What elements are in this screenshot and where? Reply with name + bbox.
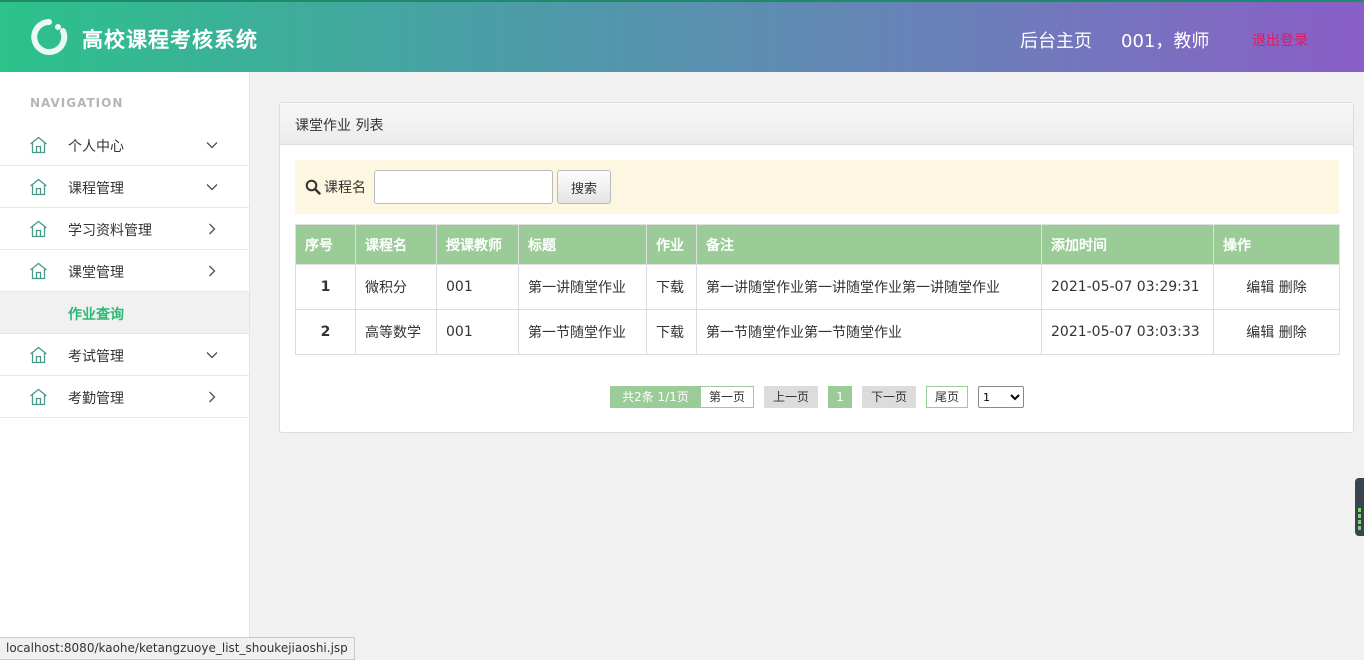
next-page-button[interactable]: 下一页 bbox=[862, 386, 916, 408]
sidebar-item-label: 课程管理 bbox=[68, 181, 124, 197]
cell-actions: 编辑 删除 bbox=[1213, 264, 1340, 310]
edit-link[interactable]: 编辑 bbox=[1246, 280, 1274, 296]
chevron-right-icon bbox=[209, 223, 216, 235]
page-select[interactable]: 1 bbox=[978, 386, 1024, 408]
sidebar: NAVIGATION 个人中心 课程管理 学习资料管理 课堂管理 作业查询 考试… bbox=[0, 72, 250, 660]
sidebar-item-label: 考勤管理 bbox=[68, 391, 124, 407]
sidebar-item-exam-management[interactable]: 考试管理 bbox=[0, 334, 249, 376]
sidebar-item-course-management[interactable]: 课程管理 bbox=[0, 166, 249, 208]
sidebar-item-personal-center[interactable]: 个人中心 bbox=[0, 124, 249, 166]
cell-homework: 下载 bbox=[646, 264, 697, 310]
sidebar-item-label: 课堂管理 bbox=[68, 265, 124, 281]
cell-teacher: 001 bbox=[436, 264, 519, 310]
current-page[interactable]: 1 bbox=[828, 386, 852, 408]
sidebar-item-attendance-management[interactable]: 考勤管理 bbox=[0, 376, 249, 418]
chevron-right-icon bbox=[209, 391, 216, 403]
column-header: 标题 bbox=[518, 224, 647, 265]
logout-link[interactable]: 退出登录 bbox=[1252, 30, 1308, 50]
last-page-button[interactable]: 尾页 bbox=[926, 386, 968, 408]
chevron-down-icon bbox=[206, 184, 218, 191]
sidebar-item-classroom-management[interactable]: 课堂管理 bbox=[0, 250, 249, 292]
home-icon bbox=[30, 136, 47, 154]
cell-teacher: 001 bbox=[436, 309, 519, 355]
user-label: 001，教师 bbox=[1121, 31, 1210, 52]
cell-time: 2021-05-07 03:29:31 bbox=[1041, 264, 1214, 310]
home-icon bbox=[30, 346, 47, 364]
column-header: 授课教师 bbox=[436, 224, 519, 265]
sidebar-item-label: 个人中心 bbox=[68, 139, 124, 155]
home-icon bbox=[30, 220, 47, 238]
home-link[interactable]: 后台主页 bbox=[1020, 27, 1092, 53]
delete-link[interactable]: 删除 bbox=[1279, 280, 1307, 296]
course-name-input[interactable] bbox=[374, 170, 553, 204]
home-icon bbox=[30, 388, 47, 406]
app-title: 高校课程考核系统 bbox=[82, 28, 258, 52]
sidebar-subitem-label: 作业查询 bbox=[68, 307, 124, 323]
cell-note: 第一节随堂作业第一节随堂作业 bbox=[696, 309, 1042, 355]
nav-heading: NAVIGATION bbox=[30, 96, 124, 110]
sidebar-item-materials-management[interactable]: 学习资料管理 bbox=[0, 208, 249, 250]
cell-title: 第一讲随堂作业 bbox=[518, 264, 647, 310]
logo-icon bbox=[31, 19, 68, 55]
search-icon bbox=[305, 179, 321, 195]
cell-note: 第一讲随堂作业第一讲随堂作业第一讲随堂作业 bbox=[696, 264, 1042, 310]
edit-link[interactable]: 编辑 bbox=[1246, 325, 1274, 341]
table-header-row: 序号 课程名 授课教师 标题 作业 备注 添加时间 操作 bbox=[295, 224, 1340, 265]
column-header: 课程名 bbox=[355, 224, 437, 265]
sidebar-subitem-homework-query[interactable]: 作业查询 bbox=[0, 292, 249, 334]
cell-index: 1 bbox=[295, 264, 356, 310]
side-widget[interactable] bbox=[1355, 478, 1364, 536]
browser-status-bar: localhost:8080/kaohe/ketangzuoye_list_sh… bbox=[0, 637, 355, 660]
homework-table: 序号 课程名 授课教师 标题 作业 备注 添加时间 操作 1 微积分 001 第… bbox=[295, 224, 1340, 355]
column-header: 添加时间 bbox=[1041, 224, 1214, 265]
chevron-right-icon bbox=[209, 265, 216, 277]
cell-course: 高等数学 bbox=[355, 309, 437, 355]
sidebar-item-label: 学习资料管理 bbox=[68, 223, 152, 239]
sidebar-item-label: 考试管理 bbox=[68, 349, 124, 365]
prev-page-button[interactable]: 上一页 bbox=[764, 386, 818, 408]
widget-bar bbox=[1358, 520, 1361, 524]
chevron-down-icon bbox=[206, 142, 218, 149]
cell-title: 第一节随堂作业 bbox=[518, 309, 647, 355]
widget-bar bbox=[1358, 508, 1361, 512]
table-row: 1 微积分 001 第一讲随堂作业 下载 第一讲随堂作业第一讲随堂作业第一讲随堂… bbox=[295, 264, 1340, 310]
download-link[interactable]: 下载 bbox=[656, 280, 684, 296]
column-header: 作业 bbox=[646, 224, 697, 265]
download-link[interactable]: 下载 bbox=[656, 325, 684, 341]
cell-time: 2021-05-07 03:03:33 bbox=[1041, 309, 1214, 355]
chevron-down-icon bbox=[206, 352, 218, 359]
panel-title: 课堂作业 列表 bbox=[280, 103, 1353, 145]
home-icon bbox=[30, 262, 47, 280]
first-page-button[interactable]: 第一页 bbox=[700, 386, 754, 408]
table-row: 2 高等数学 001 第一节随堂作业 下载 第一节随堂作业第一节随堂作业 202… bbox=[295, 309, 1340, 355]
widget-bar bbox=[1358, 526, 1361, 530]
top-header: 高校课程考核系统 后台主页 001，教师 退出登录 bbox=[0, 0, 1364, 72]
delete-link[interactable]: 删除 bbox=[1279, 325, 1307, 341]
column-header: 备注 bbox=[696, 224, 1042, 265]
search-label: 课程名 bbox=[324, 180, 366, 196]
widget-bar bbox=[1358, 514, 1361, 518]
pagination-info: 共2条 1/1页 bbox=[610, 386, 701, 408]
search-bar: 课程名 搜索 bbox=[295, 160, 1339, 214]
nav-list: 个人中心 课程管理 学习资料管理 课堂管理 作业查询 考试管理 考勤管理 bbox=[0, 124, 249, 418]
search-button[interactable]: 搜索 bbox=[557, 170, 611, 204]
column-header: 操作 bbox=[1213, 224, 1340, 265]
cell-index: 2 bbox=[295, 309, 356, 355]
home-icon bbox=[30, 178, 47, 196]
cell-course: 微积分 bbox=[355, 264, 437, 310]
cell-actions: 编辑 删除 bbox=[1213, 309, 1340, 355]
cell-homework: 下载 bbox=[646, 309, 697, 355]
column-header: 序号 bbox=[295, 224, 356, 265]
homework-list-panel: 课堂作业 列表 课程名 搜索 序号 课程名 授课教师 标题 作业 备注 添加时间… bbox=[279, 102, 1354, 433]
